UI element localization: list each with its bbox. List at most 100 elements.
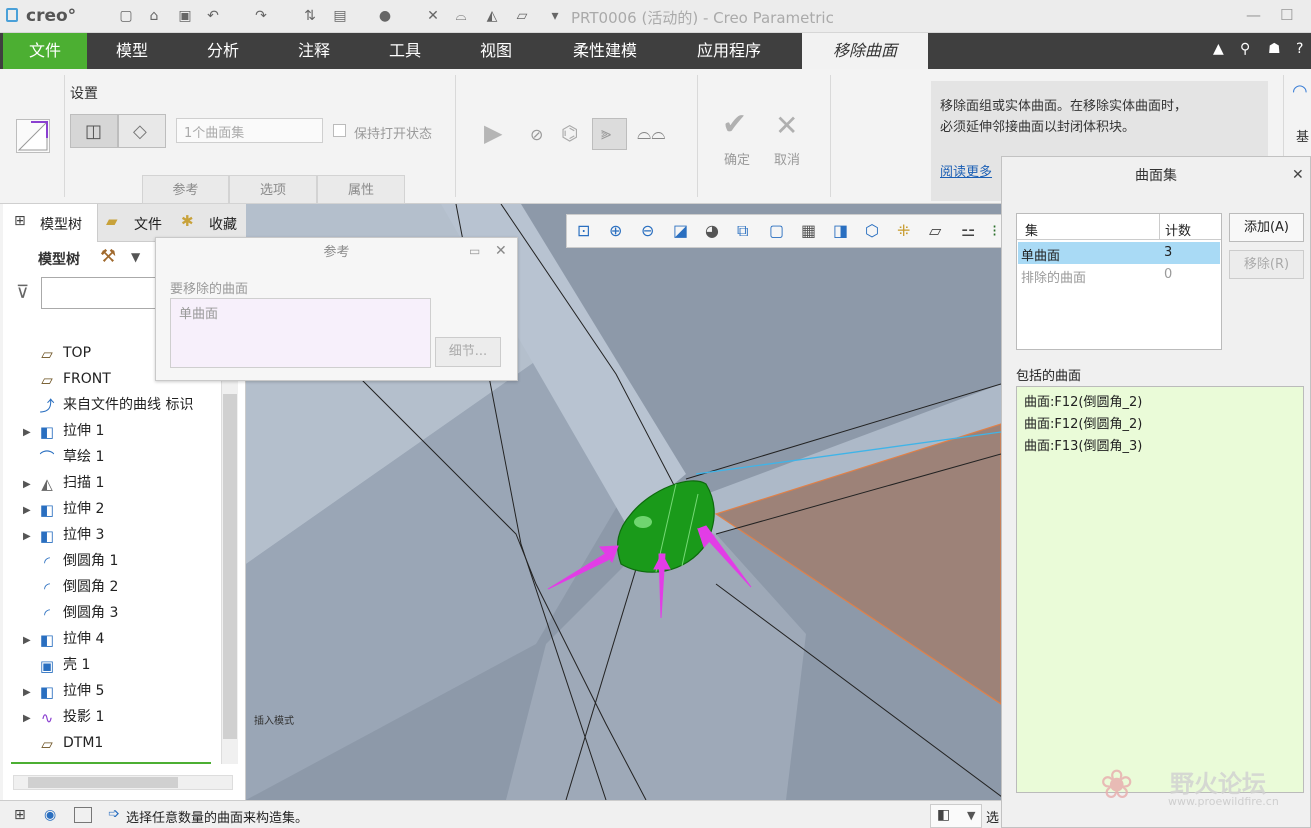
perspective-icon[interactable]: ▦ [801, 221, 816, 240]
saved-views-icon[interactable]: ⧉ [737, 221, 748, 241]
layer-tree-icon[interactable]: ⊞ [14, 807, 26, 823]
tree-item[interactable]: ◜ 倒圆角 1 [23, 548, 118, 574]
spin-center-icon[interactable]: ⬡ [865, 221, 879, 240]
add-button[interactable]: 添加(A) [1229, 213, 1304, 242]
expand-arrow-icon[interactable]: ▶ [23, 498, 37, 524]
csys-display-icon[interactable]: ⚍ [961, 221, 975, 240]
tree-item[interactable]: ▶ ◧ 拉伸 1 [23, 418, 104, 444]
filter-icon[interactable]: ⊽ [16, 282, 29, 303]
tab-file[interactable]: 文件 [3, 33, 87, 69]
close-popup-icon[interactable]: ✕ [495, 243, 507, 259]
learning-icon[interactable]: ☗ [1268, 41, 1281, 57]
cancel-x-icon[interactable]: ✕ [775, 109, 798, 142]
annotation-display-icon[interactable]: ⁝ [992, 221, 997, 240]
close-window-icon[interactable]: ✕ [425, 8, 441, 24]
tab-analysis[interactable]: 分析 [183, 33, 263, 69]
tree-item[interactable]: ▶ ∿ 投影 1 [23, 704, 104, 730]
tree-settings-icon[interactable]: ⚒ [100, 246, 116, 267]
tree-item[interactable]: ▶ ◧ 拉伸 3 [23, 522, 104, 548]
pin-icon[interactable]: ▭ [469, 244, 480, 258]
tab-tools[interactable]: 工具 [365, 33, 445, 69]
open-file-icon[interactable]: ⌂ [146, 8, 162, 24]
tree-item[interactable]: ⌒ 草绘 1 [23, 444, 104, 470]
close-dialog-icon[interactable]: ✕ [1292, 167, 1304, 183]
list-item[interactable]: 曲面:F13(倒圆角_3) [1024, 435, 1142, 454]
tree-item[interactable]: ◜ 倒圆角 2 [23, 574, 118, 600]
details-button[interactable]: 细节... [435, 337, 501, 367]
tree-scroll-thumb[interactable] [223, 394, 237, 739]
subtab-references[interactable]: 参考 [142, 175, 229, 204]
tree-horizontal-scrollbar[interactable] [13, 775, 233, 790]
fullscreen-icon[interactable] [74, 807, 92, 823]
measure-icon[interactable]: ⌓ [453, 8, 469, 24]
browser-icon[interactable]: ◉ [44, 807, 56, 823]
view-manager-icon[interactable]: ▢ [769, 221, 784, 240]
search-icon[interactable]: ⚲ [1240, 41, 1250, 57]
tree-item[interactable]: ▱ DTM1 [23, 730, 103, 756]
expand-arrow-icon[interactable]: ▶ [23, 680, 37, 706]
surfaces-to-remove-field[interactable]: 单曲面 [170, 298, 431, 368]
refit-icon[interactable]: ⊡ [577, 221, 590, 240]
list-item[interactable]: 曲面:F12(倒圆角_2) [1024, 391, 1142, 410]
zoom-in-icon[interactable]: ⊕ [609, 221, 622, 240]
surface-collector-field[interactable]: 1个曲面集 [176, 118, 323, 143]
minimize-icon[interactable]: — [1246, 6, 1261, 24]
repaint-icon[interactable]: ◪ [673, 221, 688, 240]
datum-display-icon[interactable]: ⁜ [897, 221, 910, 240]
remove-button[interactable]: 移除(R) [1229, 250, 1304, 279]
section-icon[interactable]: ◨ [833, 221, 848, 240]
subtab-properties[interactable]: 属性 [317, 175, 405, 204]
expand-arrow-icon[interactable]: ▶ [23, 524, 37, 550]
geometry-preview-button[interactable]: ⫸ [592, 118, 627, 150]
expand-arrow-icon[interactable]: ▶ [23, 472, 37, 498]
list-item[interactable]: 曲面:F12(倒圆角_2) [1024, 413, 1142, 432]
ok-button[interactable]: 确定 [724, 149, 750, 168]
tree-filter-input[interactable] [41, 277, 161, 309]
tree-item[interactable]: ▣ 壳 1 [23, 652, 90, 678]
tree-hscroll-thumb[interactable] [28, 777, 178, 788]
tree-settings-dropdown-icon[interactable]: ▼ [131, 250, 140, 264]
save-icon[interactable]: ▣ [177, 8, 193, 24]
tab-applications[interactable]: 应用程序 [680, 33, 778, 69]
tab-model-tree[interactable]: ⊞ 模型树 [3, 204, 98, 242]
surface-type-button[interactable] [16, 119, 50, 153]
keep-open-checkbox[interactable] [333, 124, 346, 137]
tab-view[interactable]: 视图 [456, 33, 536, 69]
selection-filter-dropdown[interactable]: ◧ ▼ [930, 804, 982, 828]
datum-plane-icon[interactable]: ▱ [514, 8, 530, 24]
tab-model[interactable]: 模型 [92, 33, 172, 69]
tree-item[interactable]: ▶ ◧ 拉伸 5 [23, 678, 104, 704]
zoom-out-icon[interactable]: ⊖ [641, 221, 654, 240]
expand-arrow-icon[interactable]: ▶ [23, 706, 37, 732]
redo-icon[interactable]: ↷ [253, 8, 269, 24]
appearance-icon[interactable]: ● [377, 8, 393, 24]
quilt-surface-button[interactable]: ◇ [118, 114, 166, 148]
expand-arrow-icon[interactable]: ▶ [23, 420, 37, 446]
display-style-icon[interactable]: ◕ [705, 221, 719, 240]
solid-surface-button[interactable]: ◫ [70, 114, 118, 148]
cancel-button[interactable]: 取消 [774, 149, 800, 168]
glasses-icon[interactable]: ⌓⌓ [637, 123, 665, 144]
ok-check-icon[interactable]: ✔ [722, 107, 747, 142]
analysis-icon[interactable]: ◭ [484, 8, 500, 24]
regenerate-icon[interactable]: ⇅ [302, 8, 318, 24]
tab-flexible-modeling[interactable]: 柔性建模 [556, 33, 654, 69]
plane-display-icon[interactable]: ▱ [929, 221, 941, 240]
tree-item[interactable]: ◜ 倒圆角 3 [23, 600, 118, 626]
undo-icon[interactable]: ↶ [205, 8, 221, 24]
tab-remove-surface[interactable]: 移除曲面 [802, 33, 928, 69]
window-icon[interactable]: ▤ [332, 8, 348, 24]
collapse-ribbon-icon[interactable]: ▲ [1213, 41, 1224, 57]
tab-annotate[interactable]: 注释 [274, 33, 354, 69]
tree-item[interactable]: ▶ ◭ 扫描 1 [23, 470, 104, 496]
tree-item[interactable]: ▱ TOP [23, 340, 91, 366]
tree-item[interactable]: ▶ ◧ 拉伸 2 [23, 496, 104, 522]
help-icon[interactable]: ? [1296, 41, 1303, 57]
tree-item[interactable]: ▶ ◧ 拉伸 4 [23, 626, 104, 652]
customize-dropdown-icon[interactable]: ▾ [547, 8, 563, 24]
base-feature-icon[interactable]: ◠ [1292, 81, 1308, 102]
table-row[interactable]: 单曲面 3 [1018, 242, 1220, 264]
base-feature-label[interactable]: 基 [1296, 126, 1309, 145]
subtab-options[interactable]: 选项 [229, 175, 317, 204]
new-file-icon[interactable]: ▢ [118, 8, 134, 24]
